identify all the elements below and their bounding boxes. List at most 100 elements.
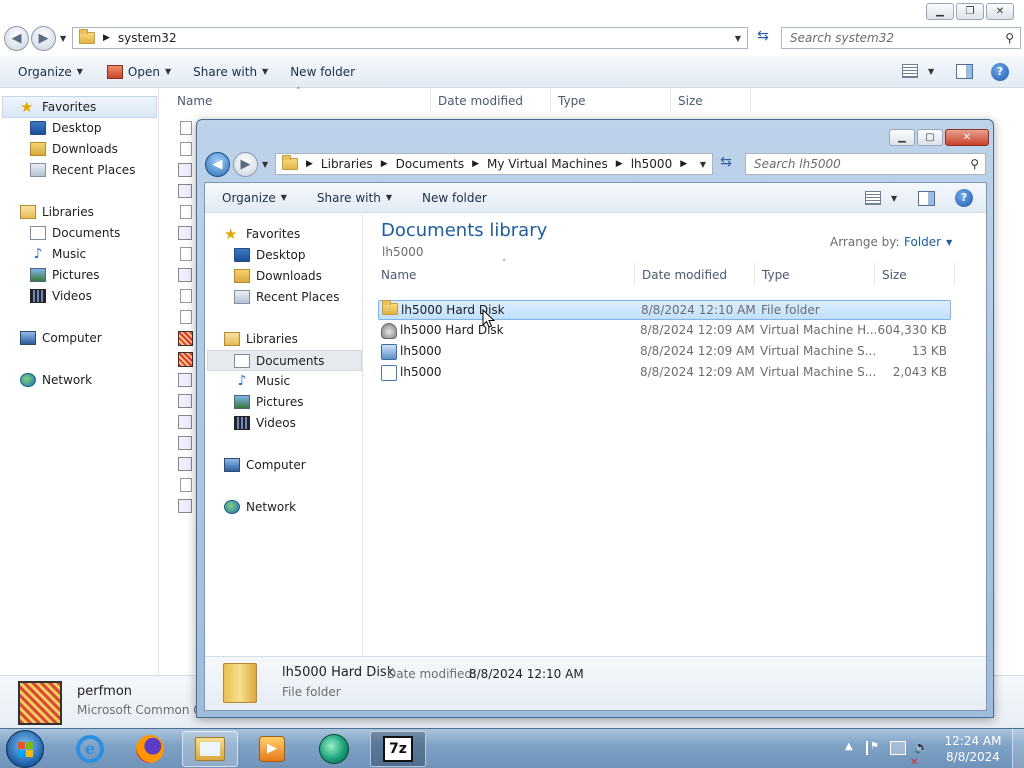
back-button[interactable]: ◀: [4, 26, 29, 51]
forward-button[interactable]: ▶: [31, 26, 56, 51]
settings-file-icon[interactable]: [178, 226, 192, 240]
file-icon[interactable]: [180, 205, 192, 219]
share-with-button[interactable]: Share with ▼: [297, 191, 402, 205]
recent-pages-dropdown[interactable]: ▼: [262, 160, 268, 169]
arrange-by-dropdown[interactable]: Folder ▼: [904, 235, 952, 249]
file-row[interactable]: lh5000 8/8/2024 12:09 AM Virtual Machine…: [378, 342, 951, 362]
settings-file-icon[interactable]: [178, 436, 192, 450]
column-date-modified[interactable]: Date modified: [438, 94, 523, 108]
nav-favorites[interactable]: ★ Favorites: [20, 97, 96, 117]
firefox-button[interactable]: [122, 731, 178, 767]
preview-pane-icon[interactable]: [918, 191, 935, 206]
system-clock[interactable]: 12:24 AM 8/8/2024: [940, 733, 1006, 765]
new-folder-button[interactable]: New folder: [278, 65, 365, 79]
internet-explorer-button[interactable]: e: [62, 731, 118, 767]
settings-file-icon[interactable]: [178, 163, 192, 177]
nav-videos[interactable]: Videos: [234, 413, 296, 433]
address-bar[interactable]: ▶ Libraries ▶ Documents ▶ My Virtual Mac…: [275, 153, 713, 175]
column-type[interactable]: Type: [762, 268, 790, 282]
breadcrumb-my-virtual-machines[interactable]: My Virtual Machines: [487, 157, 608, 171]
file-row[interactable]: lh5000 Hard Disk 8/8/2024 12:09 AM Virtu…: [378, 321, 951, 341]
preview-pane-icon[interactable]: [956, 64, 973, 79]
action-center-flag-icon[interactable]: ⚑: [866, 741, 880, 755]
column-name[interactable]: Name: [381, 268, 416, 282]
settings-file-icon[interactable]: [178, 415, 192, 429]
column-date-modified[interactable]: Date modified: [642, 268, 727, 282]
column-name[interactable]: Name: [177, 94, 212, 108]
settings-file-icon[interactable]: [178, 373, 192, 387]
nav-favorites[interactable]: ★ Favorites: [224, 224, 300, 244]
breadcrumb-libraries[interactable]: Libraries: [321, 157, 373, 171]
column-size[interactable]: Size: [882, 268, 907, 282]
refresh-icon[interactable]: ⇆: [715, 154, 737, 174]
nav-computer[interactable]: Computer: [20, 328, 102, 348]
volume-muted-icon[interactable]: 🔈✕: [910, 740, 932, 768]
network-tray-icon[interactable]: [890, 741, 906, 755]
file-icon[interactable]: [180, 310, 192, 324]
breadcrumb-system32[interactable]: system32: [118, 31, 177, 45]
file-icon[interactable]: [180, 289, 192, 303]
view-options-icon[interactable]: [865, 191, 881, 205]
nav-music[interactable]: ♪ Music: [30, 244, 87, 264]
search-input[interactable]: Search lh5000 ⚲: [745, 153, 986, 175]
nav-videos[interactable]: Videos: [30, 286, 92, 306]
back-button[interactable]: ◀: [205, 152, 230, 177]
organize-button[interactable]: Organize ▼: [205, 191, 297, 205]
perfmon-icon[interactable]: [178, 331, 193, 346]
minimize-button[interactable]: ▁: [889, 129, 915, 146]
file-icon[interactable]: [180, 121, 192, 135]
help-icon[interactable]: ?: [991, 63, 1009, 81]
nav-downloads[interactable]: Downloads: [30, 139, 118, 159]
nav-libraries[interactable]: Libraries: [20, 202, 94, 222]
nav-recent-places[interactable]: Recent Places: [234, 287, 339, 307]
file-icon[interactable]: [180, 142, 192, 156]
column-size[interactable]: Size: [678, 94, 703, 108]
close-button[interactable]: ✕: [986, 3, 1014, 20]
breadcrumb-lh5000[interactable]: lh5000: [631, 157, 672, 171]
organize-button[interactable]: Organize ▼: [0, 65, 93, 79]
new-folder-button[interactable]: New folder: [402, 191, 497, 205]
nav-downloads[interactable]: Downloads: [234, 266, 322, 286]
maximize-button[interactable]: ▢: [917, 129, 943, 146]
nav-recent-places[interactable]: Recent Places: [30, 160, 135, 180]
settings-file-icon[interactable]: [178, 394, 192, 408]
show-desktop-button[interactable]: [1012, 729, 1024, 768]
nav-documents[interactable]: Documents: [234, 351, 324, 371]
file-row[interactable]: lh5000 8/8/2024 12:09 AM Virtual Machine…: [378, 363, 951, 383]
nav-libraries[interactable]: Libraries: [224, 329, 298, 349]
file-icon[interactable]: [180, 247, 192, 261]
nav-network[interactable]: Network: [224, 497, 296, 517]
nav-music[interactable]: ♪ Music: [234, 371, 291, 391]
file-icon[interactable]: [180, 478, 192, 492]
minimize-button[interactable]: ▁: [926, 3, 954, 20]
forward-button[interactable]: ▶: [233, 152, 258, 177]
file-row[interactable]: lh5000 Hard Disk 8/8/2024 12:10 AM File …: [378, 300, 951, 320]
nav-network[interactable]: Network: [20, 370, 92, 390]
settings-file-icon[interactable]: [178, 499, 192, 513]
nav-computer[interactable]: Computer: [224, 455, 306, 475]
settings-file-icon[interactable]: [178, 457, 192, 471]
restore-button[interactable]: ❐: [956, 3, 984, 20]
view-dropdown-icon[interactable]: ▼: [891, 194, 897, 203]
search-input[interactable]: Search system32 ⚲: [781, 27, 1021, 49]
open-button[interactable]: Open ▼: [93, 64, 181, 79]
start-orb-icon[interactable]: [6, 730, 44, 768]
settings-file-icon[interactable]: [178, 268, 192, 282]
perfmon-icon[interactable]: [178, 352, 193, 367]
nav-pictures[interactable]: Pictures: [30, 265, 100, 285]
virtual-pc-button[interactable]: [306, 731, 362, 767]
close-button[interactable]: ✕: [945, 129, 989, 146]
column-type[interactable]: Type: [558, 94, 586, 108]
nav-desktop[interactable]: Desktop: [30, 118, 102, 138]
media-player-button[interactable]: ▶: [244, 731, 300, 767]
address-dropdown-icon[interactable]: ▼: [700, 160, 706, 169]
nav-pictures[interactable]: Pictures: [234, 392, 304, 412]
help-icon[interactable]: ?: [955, 189, 973, 207]
nav-documents[interactable]: Documents: [30, 223, 120, 243]
address-dropdown-icon[interactable]: ▼: [735, 34, 741, 43]
view-options-icon[interactable]: [902, 64, 918, 78]
7zip-button[interactable]: 7z: [370, 731, 426, 767]
show-hidden-icons-icon[interactable]: ▲: [845, 741, 853, 752]
recent-pages-dropdown[interactable]: ▼: [60, 34, 66, 43]
nav-desktop[interactable]: Desktop: [234, 245, 306, 265]
